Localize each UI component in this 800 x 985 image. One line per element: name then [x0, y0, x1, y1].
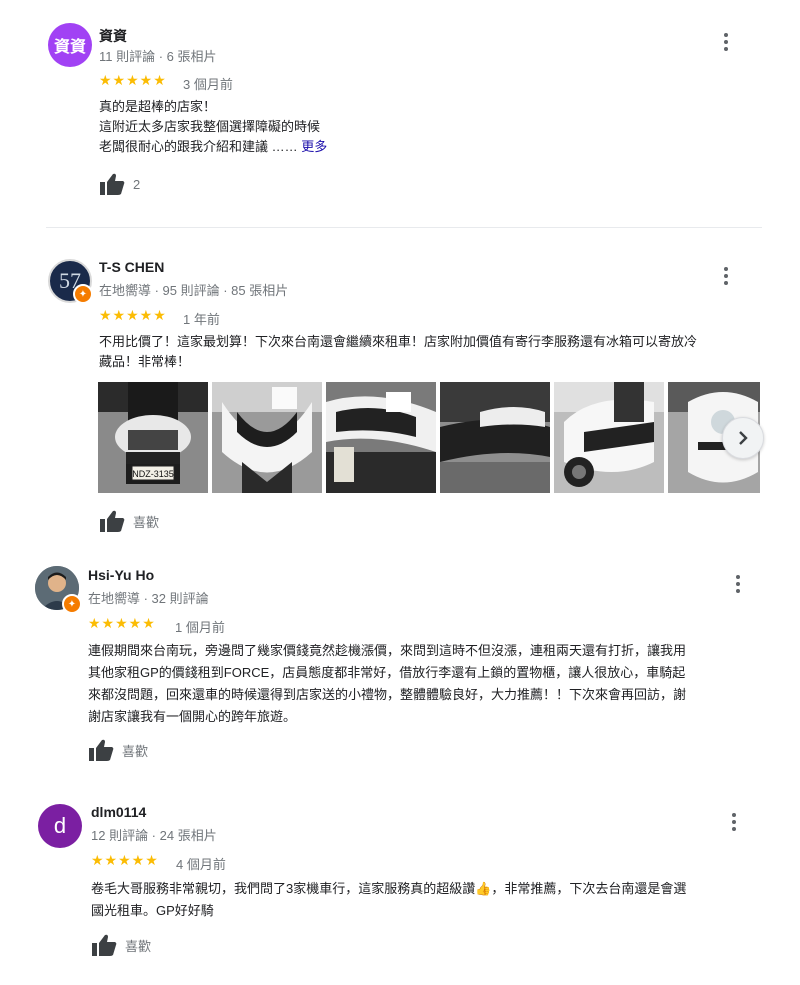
local-guide-badge-icon: ✦: [73, 284, 93, 304]
review-photo[interactable]: NDZ-3135: [98, 382, 208, 493]
reviewer-name[interactable]: 資資: [99, 26, 127, 46]
review-photo[interactable]: [554, 382, 664, 493]
review-text-line: 這附近太多店家我整個選擇障礙的時候: [99, 119, 321, 134]
review-text: 連假期間來台南玩，旁邊問了幾家價錢竟然趁機漲價，來問到這時不但沒漲，連租兩天還有…: [88, 640, 778, 728]
thumbs-up-icon: [92, 934, 117, 956]
review-text-line: 連假期間來台南玩，旁邊問了幾家價錢竟然趁機漲價，來問到這時不但沒漲，連租兩天還有…: [88, 643, 687, 658]
chevron-right-icon: [739, 431, 748, 445]
review-text-line: 來都沒問題，回來還車的時候還得到店家送的小禮物，整體體驗良好，大力推薦！！下次來…: [88, 687, 687, 702]
like-button[interactable]: 喜歡: [91, 933, 151, 957]
review-photo[interactable]: [326, 382, 436, 493]
reviewer-name[interactable]: dlm0114: [91, 804, 146, 820]
review-text-line: 國光租車。GP好好騎: [91, 903, 214, 918]
like-label: 喜歡: [125, 938, 152, 954]
local-guide-badge-icon: ✦: [62, 594, 82, 614]
like-button[interactable]: 喜歡: [99, 509, 159, 533]
avatar[interactable]: d: [38, 804, 82, 848]
review-text: 不用比價了！這家最划算！下次來台南還會繼續來租車！店家附加價值有寄行李服務還有冰…: [99, 332, 764, 372]
photo-strip: NDZ-3135: [98, 382, 760, 493]
reviewer-meta: 在地嚮導 · 32 則評論: [88, 591, 209, 606]
review-date: 1 年前: [183, 312, 220, 327]
review-text-line-content: 老闆很耐心的跟我介紹和建議 ……: [99, 139, 298, 154]
review-text-line: 真的是超棒的店家！: [99, 99, 217, 114]
review-text: 卷毛大哥服務非常親切，我們問了3家機車行，這家服務真的超級讚👍，非常推薦，下次去…: [91, 878, 781, 922]
like-count: 2: [133, 176, 141, 192]
like-label: 喜歡: [122, 743, 149, 759]
review-date: 1 個月前: [175, 620, 225, 635]
review-text-line: 謝店家讓我有一個開心的跨年旅遊。: [88, 709, 297, 724]
thumbs-up-icon: [89, 739, 114, 761]
star-rating: ★★★★★: [88, 615, 156, 631]
review-date: 3 個月前: [183, 77, 233, 92]
review-photo[interactable]: [212, 382, 322, 493]
review-text-line: 老闆很耐心的跟我介紹和建議 …… 更多: [99, 137, 749, 157]
more-options-icon[interactable]: [724, 810, 744, 834]
reviewer-meta: 12 則評論 · 24 張相片: [91, 828, 217, 843]
license-plate-text: NDZ-3135: [132, 469, 174, 479]
thumbs-up-icon: [100, 510, 125, 532]
review-text-line: 卷毛大哥服務非常親切，我們問了3家機車行，這家服務真的超級讚👍，非常推薦，下次去…: [91, 881, 687, 896]
like-button[interactable]: 2: [99, 172, 140, 196]
reviewer-name[interactable]: T-S CHEN: [99, 259, 164, 275]
divider: [46, 227, 762, 228]
review-photo[interactable]: [440, 382, 550, 493]
more-options-icon[interactable]: [728, 572, 748, 596]
star-rating: ★★★★★: [99, 72, 167, 88]
star-rating: ★★★★★: [91, 852, 159, 868]
review-text-line: 不用比價了！這家最划算！下次來台南還會繼續來租車！店家附加價值有寄行李服務還有冰…: [99, 334, 698, 349]
like-label: 喜歡: [133, 514, 160, 530]
avatar[interactable]: 資資: [48, 23, 92, 67]
thumbs-up-icon: [100, 173, 125, 195]
star-rating: ★★★★★: [99, 307, 167, 323]
more-options-icon[interactable]: [716, 30, 736, 54]
review-text: 真的是超棒的店家！ 這附近太多店家我整個選擇障礙的時候 老闆很耐心的跟我介紹和建…: [99, 97, 749, 157]
more-options-icon[interactable]: [716, 264, 736, 288]
review-text-line: 藏品！非常棒！: [99, 354, 191, 369]
like-button[interactable]: 喜歡: [88, 738, 148, 762]
reviewer-meta: 11 則評論 · 6 張相片: [99, 49, 217, 64]
reviewer-name[interactable]: Hsi-Yu Ho: [88, 567, 154, 583]
review-text-line: 其他家租GP的價錢租到FORCE，店員態度都非常好，借放行李還有上鎖的置物櫃，讓…: [88, 665, 686, 680]
next-photos-button[interactable]: [722, 417, 764, 459]
reviewer-meta: 在地嚮導 · 95 則評論 · 85 張相片: [99, 283, 289, 298]
review-date: 4 個月前: [176, 857, 226, 872]
more-link[interactable]: 更多: [301, 139, 327, 154]
